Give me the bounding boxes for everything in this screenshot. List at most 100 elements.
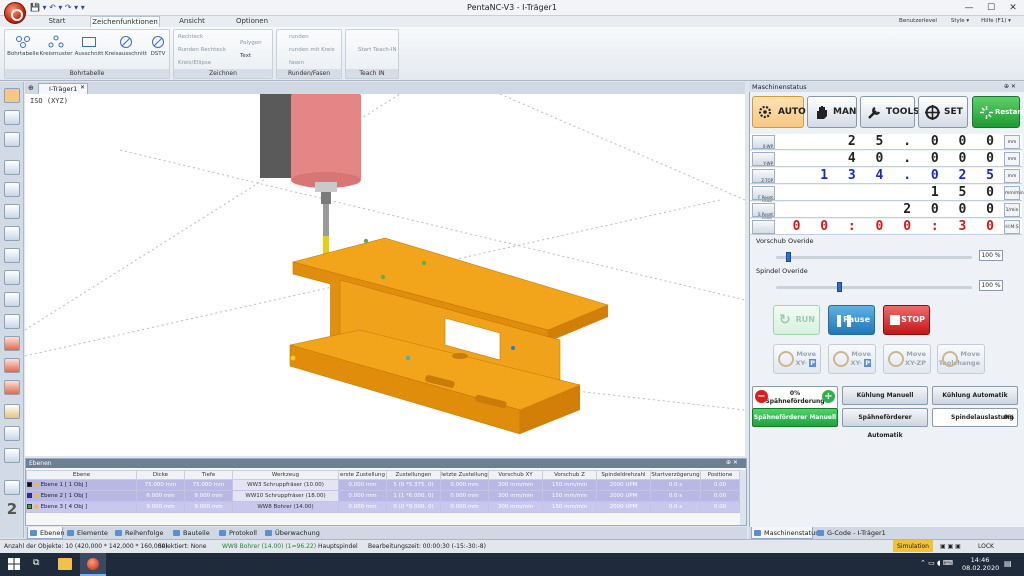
table-row[interactable]: ● Ebene 2 [ 1 Obj ] 6.000 mm 9.000 mm WW1… xyxy=(26,490,740,502)
view-side-icon[interactable] xyxy=(4,358,20,373)
pan-view-icon[interactable] xyxy=(4,314,20,329)
simulation-indicator[interactable]: Simulation xyxy=(893,540,933,552)
panel-close-icon[interactable]: ⊕ ✕ xyxy=(1004,83,1016,90)
tab-elemente[interactable]: Elemente xyxy=(65,527,111,539)
clock[interactable]: 14:46 08.02.2020 xyxy=(962,556,999,572)
feed-override-slider[interactable] xyxy=(776,252,972,262)
pentanc-taskbar-button[interactable] xyxy=(80,553,106,576)
plus-icon[interactable]: + xyxy=(822,390,835,403)
restart-button[interactable]: Restart xyxy=(972,96,1024,128)
bohrtabelle-button[interactable]: Bohrtabelle xyxy=(7,35,39,57)
move-tool-icon[interactable] xyxy=(4,110,20,125)
dstv-button[interactable]: DSTV xyxy=(147,35,169,57)
runden-rechteck-button[interactable]: Runden Rechteck xyxy=(178,47,226,53)
tab-zeichenfunktionen[interactable]: Zeichenfunktionen xyxy=(90,16,160,27)
dro-axis-button[interactable]: Y-WP xyxy=(752,152,775,166)
tab-optionen[interactable]: Optionen xyxy=(230,16,274,27)
minus-icon[interactable]: − xyxy=(755,390,768,403)
runden-mit-kreis-button[interactable]: runden mit Kreis xyxy=(289,47,335,53)
zoom-fit-icon[interactable] xyxy=(4,292,20,307)
system-tray-icons[interactable]: ⌃ ▭ ◖ ⌨ xyxy=(920,559,953,567)
tab-maschinenstatus[interactable]: Maschinenstatus xyxy=(751,527,819,539)
3d-viewport[interactable] xyxy=(25,94,745,456)
view-front-icon[interactable] xyxy=(4,336,20,351)
origin-marker xyxy=(290,355,296,361)
lock-indicator[interactable]: LOCK xyxy=(978,540,994,553)
start-teach-in-button[interactable]: Start Teach-IN xyxy=(358,47,397,53)
stop-button[interactable]: STOP xyxy=(883,305,930,335)
task-view-icon[interactable]: ⧉ xyxy=(33,558,39,568)
measure-tool-icon[interactable] xyxy=(4,132,20,147)
minimize-button[interactable]: — xyxy=(958,1,980,15)
move-xy-p-button-2[interactable]: Move XY- P xyxy=(828,344,876,374)
delete-icon[interactable] xyxy=(4,480,20,495)
application-menu-button[interactable] xyxy=(4,2,26,24)
tab-start[interactable]: Start xyxy=(40,16,74,27)
polygon-button[interactable]: Polygon xyxy=(240,40,262,46)
move-xy-zp-button[interactable]: Move XY-ZP xyxy=(883,344,931,374)
auto-mode-button[interactable]: AUTO xyxy=(752,96,806,128)
slider-thumb[interactable] xyxy=(785,252,791,262)
layer-number-icon[interactable]: 2 xyxy=(4,502,20,517)
slider-thumb[interactable] xyxy=(836,282,842,292)
table-row[interactable]: ● Ebene 3 [ 4 Obj ] 9.000 mm 9.000 mm WW8… xyxy=(26,501,740,513)
tab-protokoll[interactable]: Protokoll xyxy=(217,527,261,539)
pause-button[interactable]: ❚❚ Pause xyxy=(828,305,875,335)
tab-reihenfolge[interactable]: Reihenfolge xyxy=(113,527,169,539)
kreis-ellipse-button[interactable]: Kreis/Ellipse xyxy=(178,60,211,66)
rechteck-button[interactable]: Rechteck xyxy=(178,34,203,40)
zoom-window-icon[interactable] xyxy=(4,270,20,285)
zoom-out-icon[interactable] xyxy=(4,248,20,263)
select-pointer-icon[interactable] xyxy=(4,88,20,103)
windows-start-icon[interactable] xyxy=(8,558,20,570)
tool-shank xyxy=(323,204,329,236)
view-top-icon[interactable] xyxy=(4,380,20,395)
manual-mode-button[interactable]: MAN xyxy=(807,96,857,128)
tab-ueberwachung[interactable]: Überwachung xyxy=(263,527,323,539)
tile-view-icon[interactable] xyxy=(4,182,20,197)
chip-conveyor-manual-button[interactable]: Spähneförderer Manuell xyxy=(752,408,838,427)
set-mode-button[interactable]: SET xyxy=(918,96,968,128)
move-xy-p-button-1[interactable]: Move XY- P xyxy=(773,344,821,374)
view-top-plane-icon[interactable] xyxy=(4,448,20,463)
style-menu[interactable]: Style ▾ xyxy=(946,16,974,27)
fasen-button[interactable]: fasen xyxy=(289,60,304,66)
file-explorer-icon[interactable] xyxy=(58,558,72,570)
view-3d-icon[interactable] xyxy=(4,404,20,419)
kreisausschnitt-button[interactable]: Kreisausschnitt xyxy=(105,35,147,57)
move-toolchange-button[interactable]: Move Toolchange xyxy=(937,344,985,374)
dro-axis-button[interactable]: F Reset 100% xyxy=(752,186,775,205)
dro-axis-button[interactable] xyxy=(752,220,775,234)
run-button[interactable]: ↻ RUN xyxy=(773,305,820,335)
help-menu[interactable]: Hilfe (F1) ▾ xyxy=(976,16,1016,27)
close-tab-icon[interactable]: ✕ xyxy=(80,84,85,91)
notification-icon[interactable]: ▤ xyxy=(1004,559,1012,568)
tab-g-code[interactable]: G-Code - I-Träger1 xyxy=(815,527,895,539)
tab-bauteile[interactable]: Bauteile xyxy=(171,527,215,539)
dro-axis-button[interactable]: X-WP xyxy=(752,135,775,149)
text-button[interactable]: Text xyxy=(240,53,251,59)
close-button[interactable]: ✕ xyxy=(1002,1,1024,15)
tab-ebenen[interactable]: Ebenen xyxy=(27,527,64,539)
ausschnitt-button[interactable]: Ausschnitt xyxy=(73,35,105,57)
grid-view-icon[interactable] xyxy=(4,160,20,175)
cooling-auto-button[interactable]: Kühlung Automatik xyxy=(932,386,1018,405)
vertical-scrollbar[interactable] xyxy=(740,470,746,525)
visibility-eye-icon[interactable] xyxy=(4,426,20,441)
runden-button[interactable]: runden xyxy=(289,34,309,40)
tab-ansicht[interactable]: Ansicht xyxy=(172,16,212,27)
dro-axis-button[interactable]: Z-TOP xyxy=(752,169,775,183)
zoom-extents-icon[interactable] xyxy=(4,204,20,219)
maximize-button[interactable]: ☐ xyxy=(980,1,1002,15)
pin-icon[interactable]: ⊕ xyxy=(28,84,34,92)
table-row[interactable]: ● Ebene 1 [ 1 Obj ] 75.000 mm 75.000 mm W… xyxy=(26,479,740,491)
tools-mode-button[interactable]: TOOLS xyxy=(860,96,920,128)
dro-axis-button[interactable]: S Reset 100% xyxy=(752,203,775,222)
spindle-override-slider[interactable] xyxy=(776,282,972,292)
zoom-in-icon[interactable] xyxy=(4,226,20,241)
panel-close-icon[interactable]: ⊕ ✕ xyxy=(726,459,738,466)
kreismuster-button[interactable]: Kreismuster xyxy=(39,35,73,57)
user-level-menu[interactable]: Benutzerlevel xyxy=(896,16,940,27)
cooling-manual-button[interactable]: Kühlung Manuell xyxy=(842,386,928,405)
chip-conveyor-auto-button[interactable]: Spähneförderer Automatik xyxy=(842,408,928,439)
